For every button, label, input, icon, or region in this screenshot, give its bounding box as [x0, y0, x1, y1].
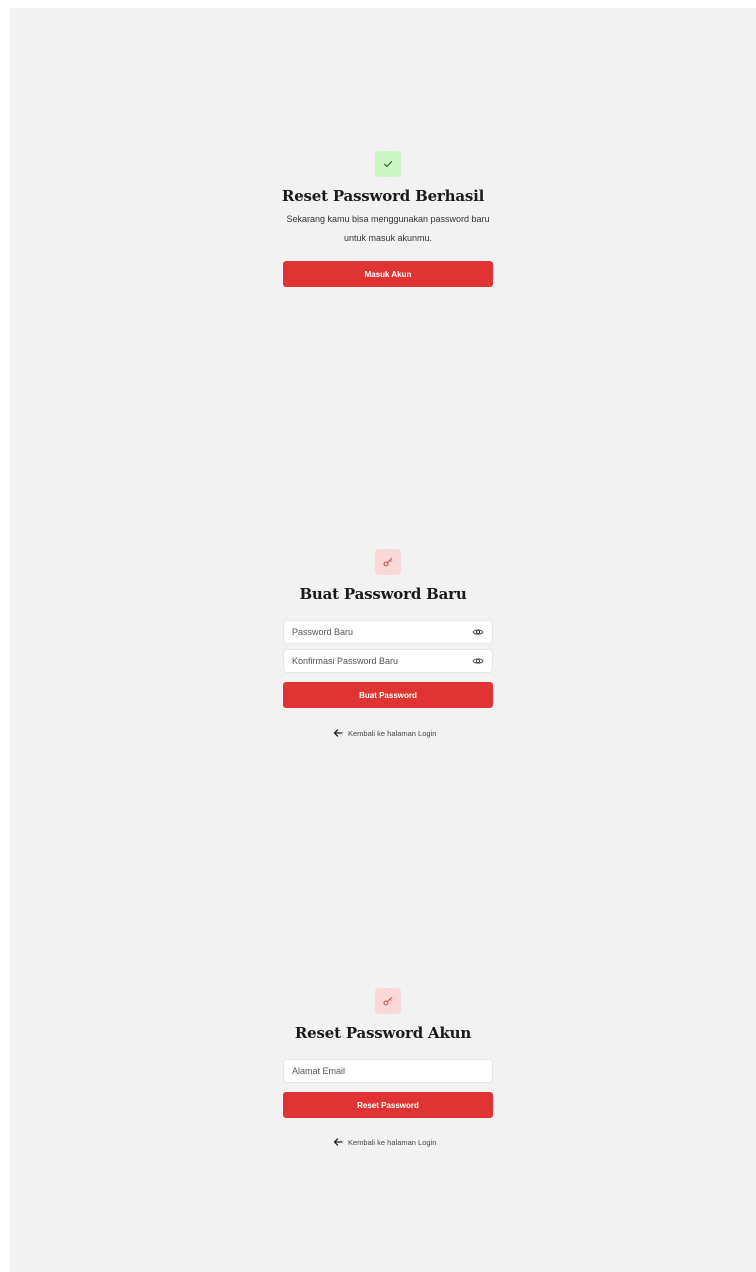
page-title: Buat Password Baru [299, 585, 467, 603]
key-icon [383, 558, 392, 567]
page-title: Reset Password Akun [294, 1024, 472, 1042]
arrow-left-icon [333, 729, 343, 737]
eye-icon[interactable] [471, 654, 485, 668]
back-to-login-link[interactable]: Kembali ke halaman Login [333, 1135, 436, 1149]
success-badge [375, 151, 401, 177]
key-icon [383, 997, 392, 1006]
email-input[interactable] [284, 1059, 492, 1083]
login-button[interactable]: Masuk Akun [283, 261, 493, 287]
back-link-label: Kembali ke halaman Login [348, 1137, 437, 1147]
page-canvas: Reset Password Berhasil Sekarang kamu bi… [10, 8, 756, 1272]
email-field[interactable] [283, 1059, 493, 1083]
eye-icon[interactable] [471, 625, 485, 639]
check-icon [383, 160, 393, 168]
arrow-left-icon [333, 1138, 343, 1146]
create-password-button[interactable]: Buat Password [283, 682, 493, 708]
new-password-input[interactable] [284, 620, 471, 644]
reset-password-button[interactable]: Reset Password [283, 1092, 493, 1118]
key-badge [375, 988, 401, 1014]
back-link-label: Kembali ke halaman Login [348, 728, 437, 738]
success-description: Sekarang kamu bisa menggunakan password … [286, 214, 490, 243]
key-badge [375, 549, 401, 575]
confirm-password-field[interactable] [283, 649, 493, 673]
back-to-login-link[interactable]: Kembali ke halaman Login [333, 726, 436, 740]
new-password-field[interactable] [283, 620, 493, 644]
page-title: Reset Password Berhasil [281, 187, 485, 205]
confirm-password-input[interactable] [284, 649, 471, 673]
